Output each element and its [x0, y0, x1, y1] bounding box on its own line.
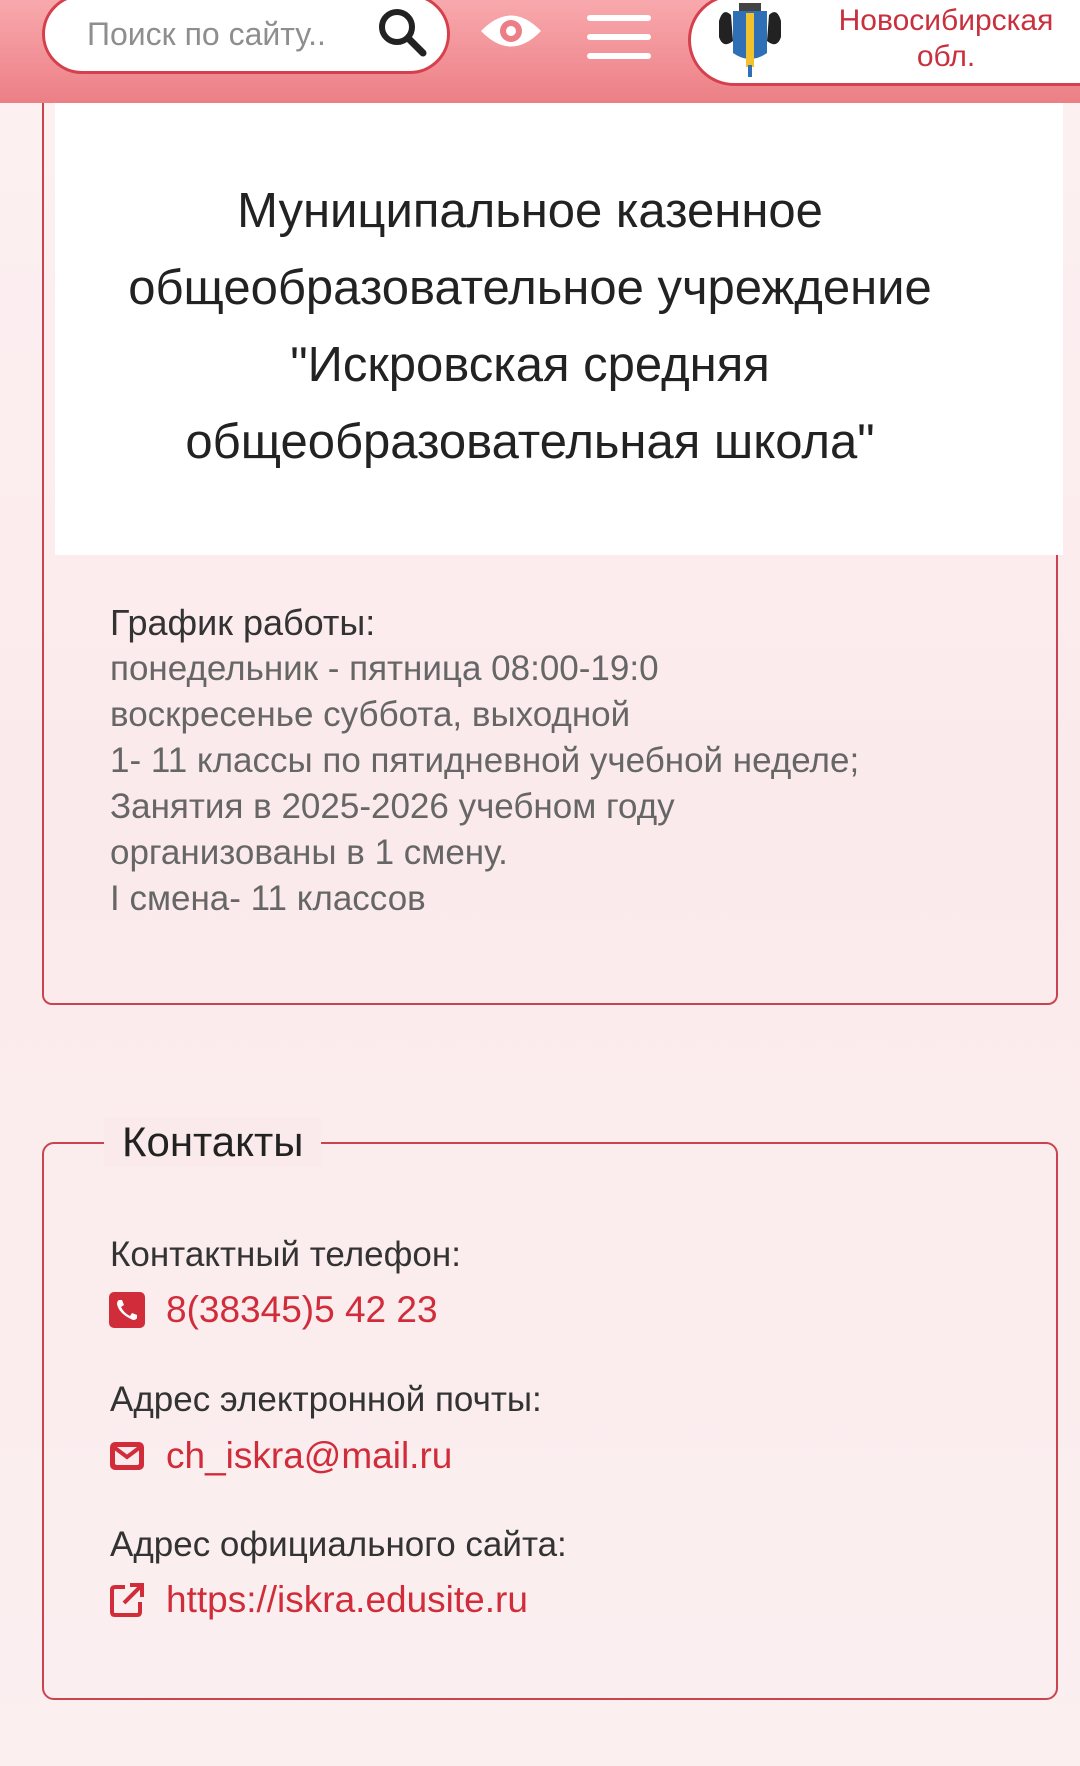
site-link[interactable]: https://iskra.edusite.ru	[166, 1579, 528, 1621]
region-name-line2: обл.	[916, 40, 976, 73]
phone-icon	[109, 1292, 145, 1328]
phone-row[interactable]: 8(38345)5 42 23	[108, 1288, 438, 1332]
email-label: Адрес электронной почты:	[110, 1380, 542, 1419]
school-title-line2: общеобразовательное учреждение	[128, 261, 932, 315]
search-icon[interactable]	[375, 5, 429, 59]
region-selector[interactable]: Новосибирская обл.	[688, 0, 1080, 86]
external-link-icon	[110, 1583, 144, 1617]
email-link[interactable]: ch_iskra@mail.ru	[166, 1435, 452, 1477]
schedule-line: организованы в 1 смену.	[110, 833, 508, 872]
search-box[interactable]	[42, 0, 450, 74]
site-header: Новосибирская обл.	[0, 0, 1080, 103]
work-schedule: График работы: понедельник - пятница 08:…	[110, 600, 1010, 922]
search-input[interactable]	[85, 13, 389, 55]
envelope-icon	[110, 1442, 144, 1470]
school-title-card: Муниципальное казенное общеобразовательн…	[55, 103, 1063, 555]
schedule-line: воскресенье суббота, выходной	[110, 695, 631, 734]
school-title: Муниципальное казенное общеобразовательн…	[115, 173, 945, 481]
school-title-line3: "Искровская средняя	[290, 338, 770, 392]
school-title-line4: общеобразовательная школа"	[185, 415, 875, 469]
schedule-label: График работы:	[110, 602, 376, 643]
schedule-line: I смена- 11 классов	[110, 879, 426, 918]
phone-link[interactable]: 8(38345)5 42 23	[166, 1289, 438, 1331]
site-row[interactable]: https://iskra.edusite.ru	[108, 1578, 528, 1622]
contacts-title: Контакты	[104, 1117, 322, 1167]
schedule-line: 1- 11 классы по пятидневной учебной неде…	[110, 741, 860, 780]
schedule-lines: понедельник - пятница 08:00-19:0 воскрес…	[110, 646, 1010, 922]
schedule-line: Занятия в 2025-2026 учебном году	[110, 787, 675, 826]
region-name-line1: Новосибирская	[838, 4, 1054, 37]
hamburger-menu-icon[interactable]	[584, 12, 654, 62]
eye-icon[interactable]	[478, 6, 544, 56]
phone-label: Контактный телефон:	[110, 1235, 461, 1274]
schedule-line: понедельник - пятница 08:00-19:0	[110, 649, 659, 688]
region-name[interactable]: Новосибирская обл.	[811, 3, 1080, 75]
school-title-line1: Муниципальное казенное	[237, 184, 823, 238]
region-crest-icon	[719, 3, 781, 77]
site-label: Адрес официального сайта:	[110, 1525, 567, 1564]
email-row[interactable]: ch_iskra@mail.ru	[108, 1434, 452, 1478]
